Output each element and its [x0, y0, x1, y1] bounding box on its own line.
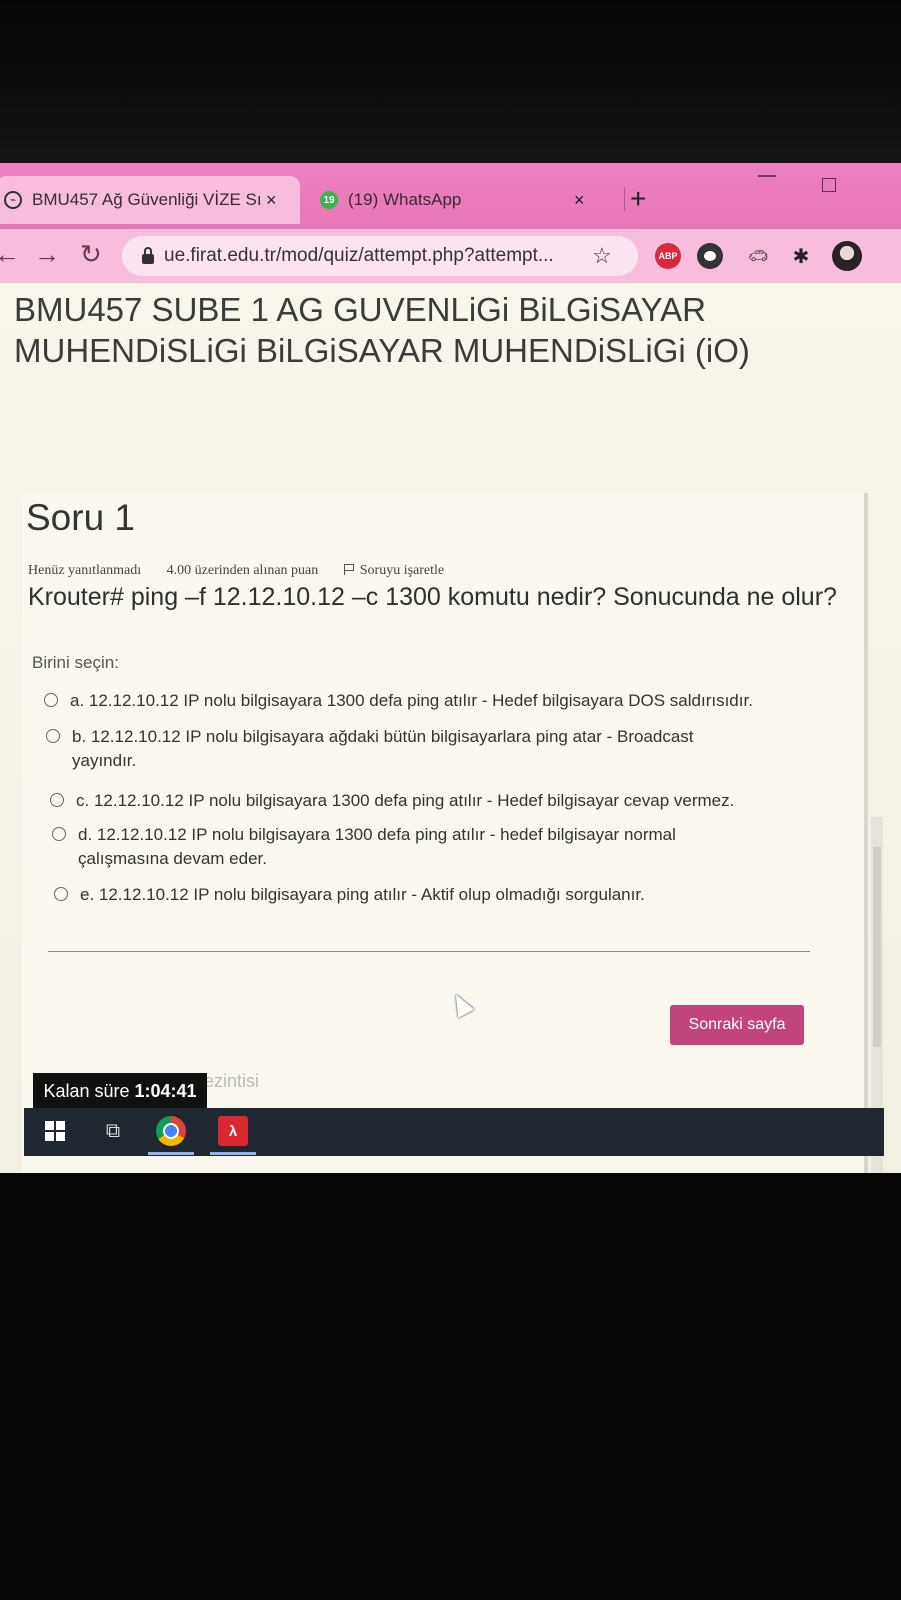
background-bezel — [0, 0, 901, 165]
question-text: Krouter# ping –f 12.12.10.12 –c 1300 kom… — [28, 583, 837, 611]
windows-start-icon[interactable] — [40, 1116, 70, 1146]
answer-label: a. 12.12.10.12 IP nolu bilgisayara 1300 … — [70, 691, 753, 710]
close-icon[interactable]: × — [574, 190, 585, 211]
chrome-icon[interactable] — [156, 1116, 186, 1146]
answer-prompt: Birini seçin: — [32, 653, 119, 672]
whatsapp-icon: 19 — [320, 191, 338, 209]
active-indicator — [210, 1152, 256, 1155]
answer-option-a[interactable]: a. 12.12.10.12 IP nolu bilgisayara 1300 … — [44, 689, 834, 713]
quiz-page: BMU457 SUBE 1 AG GUVENLiGi BiLGiSAYAR MU… — [0, 283, 901, 1173]
forward-icon[interactable]: → — [34, 239, 60, 270]
flag-question-link[interactable]: Soruyu işaretle — [343, 563, 466, 578]
answer-option-c[interactable]: c. 12.12.10.12 IP nolu bilgisayara 1300 … — [50, 789, 830, 813]
browser-toolbar: ← → ↻ ue.firat.edu.tr/mod/quiz/attempt.p… — [0, 229, 901, 283]
radio-button[interactable] — [54, 887, 68, 901]
radio-button[interactable] — [46, 729, 60, 743]
divider — [48, 951, 810, 952]
bookmark-star-icon[interactable]: ☆ — [592, 243, 612, 269]
radio-button[interactable] — [44, 693, 58, 707]
tab-title: BMU457 Ağ Güvenliği VİZE Sı — [32, 190, 260, 209]
moodle-icon: ⌁ — [4, 191, 22, 209]
timer-value: 1:04:41 — [134, 1080, 197, 1101]
answer-option-b[interactable]: b. 12.12.10.12 IP nolu bilgisayara ağdak… — [46, 725, 746, 773]
mouse-cursor-icon — [447, 990, 475, 1018]
tab-quiz[interactable]: ⌁ BMU457 Ağ Güvenliği VİZE Sı × — [0, 176, 300, 224]
answer-label: e. 12.12.10.12 IP nolu bilgisayara ping … — [80, 885, 645, 904]
flag-icon — [343, 564, 354, 575]
active-indicator — [148, 1152, 194, 1155]
windows-taskbar: ⧉ λ — [24, 1108, 884, 1156]
task-view-icon[interactable]: ⧉ — [98, 1116, 128, 1146]
screen: ⌁ BMU457 Ağ Güvenliği VİZE Sı × 19 (19) … — [0, 163, 901, 1173]
acrobat-icon[interactable]: λ — [218, 1116, 248, 1146]
extensions-puzzle-icon[interactable]: ✱ — [788, 243, 814, 269]
question-points: 4.00 üzerinden alınan puan — [166, 563, 319, 578]
url-text: ue.firat.edu.tr/mod/quiz/attempt.php?att… — [164, 245, 554, 266]
answer-label: d. 12.12.10.12 IP nolu bilgisayara 1300 … — [78, 825, 676, 868]
tab-strip: ⌁ BMU457 Ağ Güvenliği VİZE Sı × 19 (19) … — [0, 163, 901, 229]
address-bar[interactable]: ue.firat.edu.tr/mod/quiz/attempt.php?att… — [122, 236, 638, 276]
maximize-icon[interactable] — [822, 178, 836, 192]
new-tab-button[interactable]: + — [630, 183, 646, 215]
tab-whatsapp[interactable]: 19 (19) WhatsApp × — [312, 176, 612, 224]
question-status: Henüz yanıtlanmadı — [28, 563, 142, 578]
answer-option-e[interactable]: e. 12.12.10.12 IP nolu bilgisayara ping … — [54, 883, 824, 907]
timer-label: Kalan süre — [43, 1080, 130, 1101]
back-icon[interactable]: ← — [0, 239, 20, 270]
time-remaining: Kalan süre 1:04:41 — [33, 1073, 207, 1109]
question-card: Soru 1 Henüz yanıtlanmadı 4.00 üzerinden… — [22, 493, 868, 1173]
chat-extension-icon[interactable] — [697, 243, 723, 269]
close-icon[interactable]: × — [266, 190, 277, 211]
tab-title: (19) WhatsApp — [348, 190, 462, 209]
answer-label: c. 12.12.10.12 IP nolu bilgisayara 1300 … — [76, 791, 735, 810]
answer-label: b. 12.12.10.12 IP nolu bilgisayara ağdak… — [72, 727, 694, 770]
lock-icon — [142, 247, 154, 264]
tab-separator — [624, 187, 625, 211]
question-heading: Soru 1 — [26, 497, 136, 538]
course-title: BMU457 SUBE 1 AG GUVENLiGi BiLGiSAYAR MU… — [14, 291, 750, 369]
answer-option-d[interactable]: d. 12.12.10.12 IP nolu bilgisayara 1300 … — [52, 823, 742, 871]
profile-avatar[interactable] — [832, 241, 862, 271]
car-extension-icon[interactable]: 🚗︎ — [745, 243, 771, 269]
scrollbar-thumb[interactable] — [873, 847, 881, 1047]
minimize-icon[interactable] — [758, 175, 776, 177]
next-page-button[interactable]: Sonraki sayfa — [670, 1005, 804, 1045]
question-meta: Henüz yanıtlanmadı 4.00 üzerinden alınan… — [28, 563, 488, 579]
reload-icon[interactable]: ↻ — [80, 239, 102, 270]
radio-button[interactable] — [52, 827, 66, 841]
flag-label: Soruyu işaretle — [359, 563, 445, 578]
quiz-navigation-link[interactable]: ezintisi — [204, 1071, 259, 1092]
radio-button[interactable] — [50, 793, 64, 807]
adblock-plus-icon[interactable]: ABP — [655, 243, 681, 269]
